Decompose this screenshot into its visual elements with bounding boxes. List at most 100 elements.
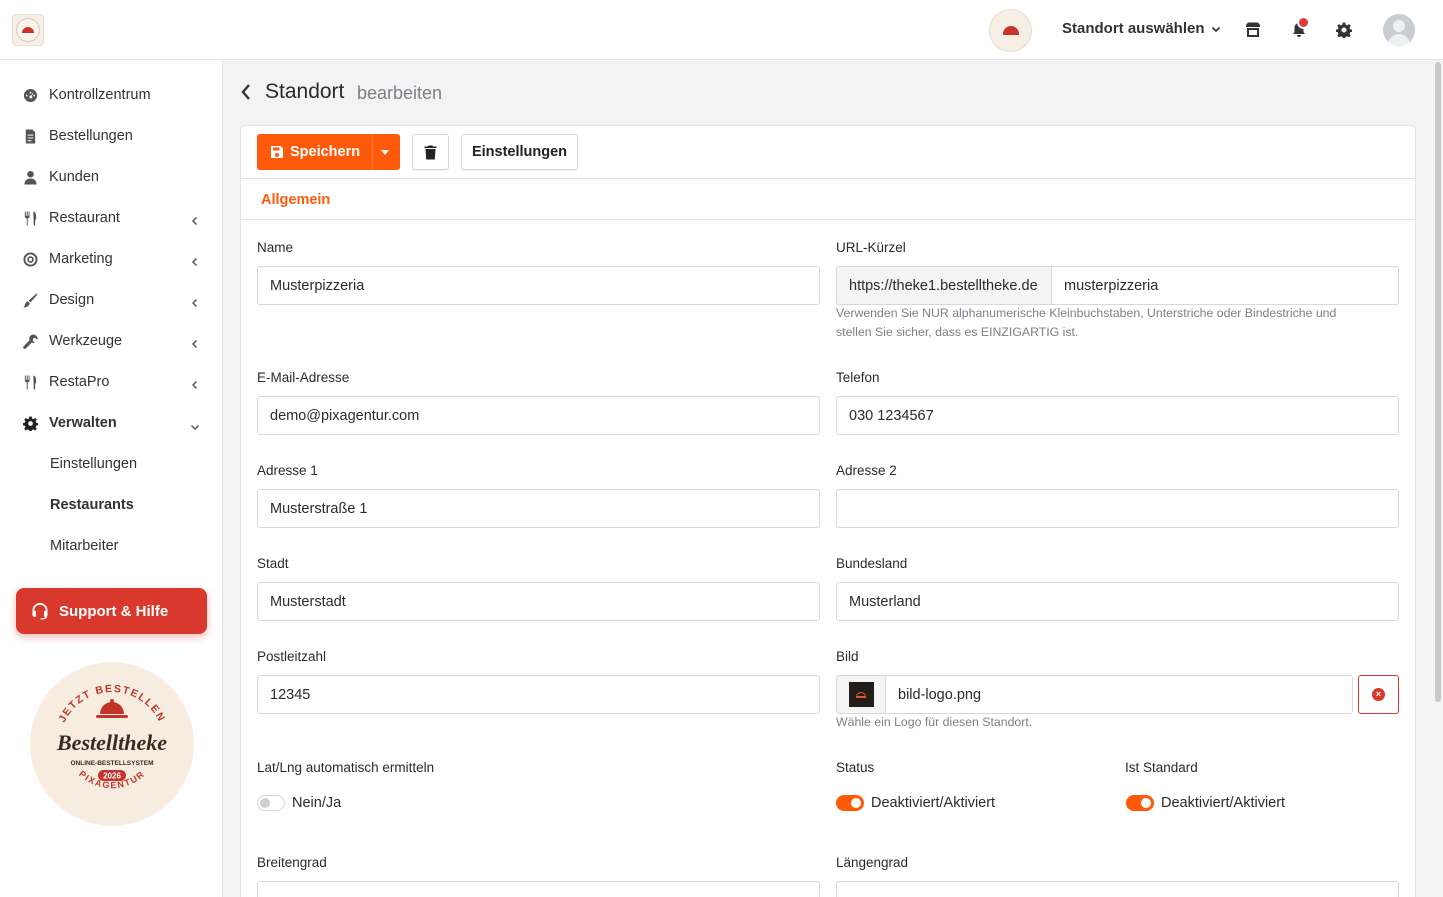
chevron-left-icon	[190, 377, 200, 390]
address2-label: Adresse 2	[836, 463, 897, 478]
support-button[interactable]: Support & Hilfe	[16, 588, 207, 634]
save-button[interactable]: Speichern	[257, 134, 400, 170]
url-slug-field[interactable]: musterpizzeria	[1051, 266, 1399, 305]
sidebar-subitem-mitarbeiter[interactable]: Mitarbeiter	[50, 538, 119, 554]
sidebar-item-label: Werkzeuge	[49, 333, 123, 349]
sidebar-item-kontrollzentrum[interactable]: Kontrollzentrum	[0, 77, 223, 113]
remove-image-button[interactable]: ×	[1358, 675, 1399, 714]
chevron-left-icon	[190, 213, 200, 226]
notification-dot	[1297, 16, 1310, 29]
url-prefix: https://theke1.bestelltheke.de	[836, 266, 1052, 305]
image-label: Bild	[836, 649, 859, 664]
longitude-label: Längengrad	[836, 855, 909, 870]
sidebar-item-verwalten[interactable]: Verwalten	[0, 405, 223, 441]
page-subtitle: bearbeiten	[357, 83, 443, 103]
state-label: Bundesland	[836, 556, 908, 571]
email-label: E-Mail-Adresse	[257, 370, 350, 385]
gear-icon	[22, 415, 38, 431]
phone-field[interactable]: 030 1234567	[836, 396, 1399, 435]
address1-field[interactable]: Musterstraße 1	[257, 489, 820, 528]
longitude-field[interactable]	[836, 881, 1399, 897]
svg-text:ONLINE-BESTELLSYSTEM: ONLINE-BESTELLSYSTEM	[70, 760, 153, 767]
gauge-icon	[22, 87, 38, 103]
sidebar-item-label: Design	[49, 292, 95, 308]
headset-icon	[32, 603, 48, 620]
sidebar-item-bestellungen[interactable]: Bestellungen	[0, 118, 223, 154]
chevron-down-icon	[1211, 26, 1220, 32]
support-label: Support & Hilfe	[59, 602, 169, 620]
location-logo-avatar	[989, 9, 1032, 52]
is-default-toggle[interactable]	[1126, 795, 1154, 811]
state-field[interactable]: Musterland	[836, 582, 1399, 621]
chevron-left-icon	[190, 254, 200, 267]
email-field[interactable]: demo@pixagentur.com	[257, 396, 820, 435]
sidebar-item-label: Restaurant	[49, 210, 120, 226]
target-icon	[22, 251, 38, 267]
name-field[interactable]: Musterpizzeria	[257, 266, 820, 305]
page-scrollbar[interactable]	[1433, 60, 1443, 897]
divider	[372, 134, 373, 170]
location-selector-label: Standort auswählen	[1062, 20, 1205, 37]
user-icon	[22, 169, 38, 185]
is-default-label: Ist Standard	[1125, 760, 1198, 775]
back-arrow-icon[interactable]	[240, 83, 252, 101]
status-toggle[interactable]	[836, 795, 864, 811]
dropdown-caret-icon[interactable]	[381, 150, 389, 155]
sidebar-item-label: Bestellungen	[49, 128, 133, 144]
user-avatar[interactable]	[1383, 14, 1415, 46]
image-file-field[interactable]: bild-logo.png	[885, 675, 1353, 714]
status-toggle-label: Deaktiviert/Aktiviert	[871, 795, 996, 811]
is-default-toggle-label: Deaktiviert/Aktiviert	[1161, 795, 1286, 811]
tab-bar: Allgemein	[241, 179, 1415, 220]
latlng-auto-label: Lat/Lng automatisch ermitteln	[257, 760, 435, 775]
sidebar-subitem-restaurants[interactable]: Restaurants	[50, 497, 134, 513]
zip-field[interactable]: 12345	[257, 675, 820, 714]
latlng-auto-toggle[interactable]	[257, 795, 285, 811]
brand-logo[interactable]	[12, 14, 44, 46]
sidebar-item-restapro[interactable]: RestaPro	[0, 364, 223, 400]
store-icon[interactable]	[1243, 20, 1263, 40]
tab-allgemein[interactable]: Allgemein	[261, 192, 330, 208]
image-help: Wähle ein Logo für diesen Standort.	[836, 715, 1033, 729]
sidebar-item-marketing[interactable]: Marketing	[0, 241, 223, 277]
chevron-left-icon	[190, 336, 200, 349]
zip-label: Postleitzahl	[257, 649, 327, 664]
latitude-label: Breitengrad	[257, 855, 327, 870]
address2-field[interactable]	[836, 489, 1399, 528]
phone-label: Telefon	[836, 370, 880, 385]
sidebar-item-restaurant[interactable]: Restaurant	[0, 200, 223, 236]
sidebar-subitem-einstellungen[interactable]: Einstellungen	[50, 456, 137, 472]
top-bar: Standort auswählen	[0, 0, 1443, 60]
location-selector[interactable]: Standort auswählen	[1062, 20, 1221, 37]
latitude-field[interactable]	[257, 881, 820, 897]
receipt-icon	[22, 128, 38, 144]
latlng-auto-toggle-label: Nein/Ja	[292, 795, 342, 811]
settings-button[interactable]: Einstellungen	[461, 134, 578, 170]
floppy-disk-icon	[270, 145, 284, 159]
wrench-icon	[22, 333, 38, 349]
city-field[interactable]: Musterstadt	[257, 582, 820, 621]
image-thumbnail	[836, 675, 885, 714]
chevron-down-icon	[190, 419, 200, 431]
sidebar-item-label: Kontrollzentrum	[49, 87, 151, 103]
delete-button[interactable]	[412, 134, 449, 170]
sidebar-item-label: Verwalten	[49, 415, 117, 431]
sidebar-item-werkzeuge[interactable]: Werkzeuge	[0, 323, 223, 359]
close-circle-icon: ×	[1372, 688, 1385, 701]
page-title: Standort	[265, 80, 345, 103]
sidebar-item-design[interactable]: Design	[0, 282, 223, 318]
bestelltheke-badge-logo: JETZT BESTELLEN Bestelltheke ONLINE-BEST…	[30, 662, 194, 826]
sidebar-item-label: Marketing	[49, 251, 113, 267]
city-label: Stadt	[257, 556, 289, 571]
save-label: Speichern	[290, 144, 361, 160]
scrollbar-thumb[interactable]	[1435, 62, 1441, 702]
sidebar-item-kunden[interactable]: Kunden	[0, 159, 223, 195]
sidebar-item-label: Kunden	[49, 169, 99, 185]
brush-icon	[22, 292, 38, 308]
gear-icon[interactable]	[1334, 20, 1354, 40]
trash-icon	[424, 145, 437, 159]
sidebar: Kontrollzentrum Bestellungen Kunden Rest…	[0, 60, 223, 897]
address1-label: Adresse 1	[257, 463, 318, 478]
utensils-icon	[22, 374, 38, 390]
sidebar-item-label: RestaPro	[49, 374, 110, 390]
